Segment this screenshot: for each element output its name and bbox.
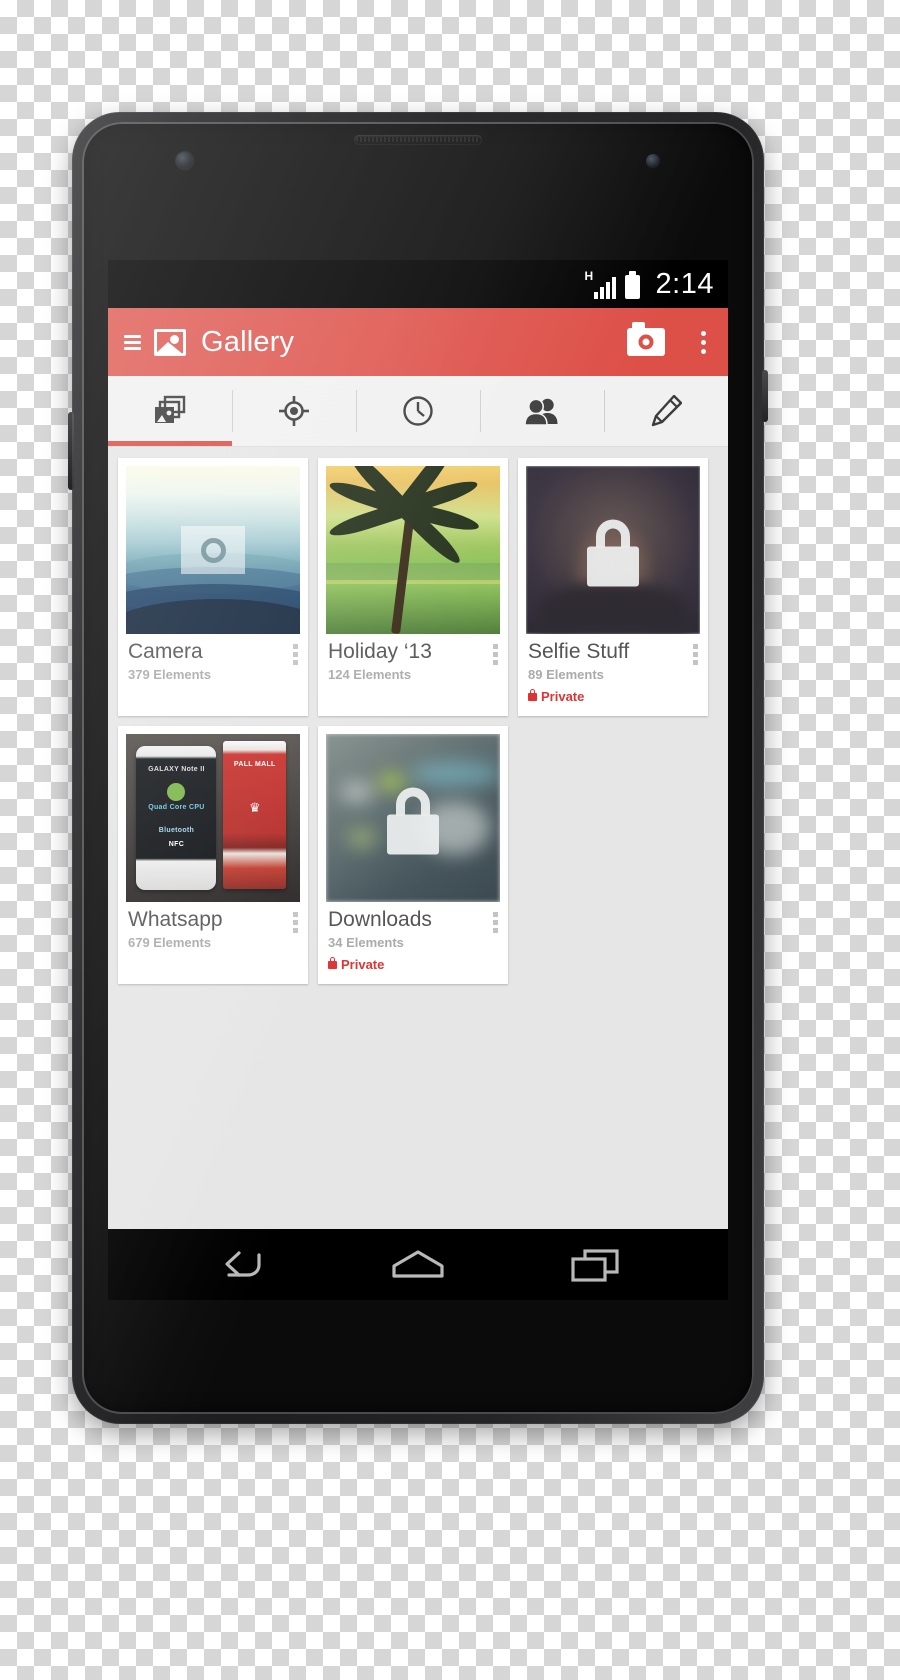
photo-stack-icon: [155, 395, 186, 423]
thumb-phone-model: GALAXY Note II: [148, 766, 205, 774]
tab-bar: [108, 376, 728, 447]
pencil-tag-icon: [651, 395, 682, 427]
album-title: Selfie Stuff: [528, 640, 630, 663]
phone-device-frame: H 2:14 Gallery Camera 379 Elements Holid…: [68, 112, 768, 1424]
status-badge: Private: [528, 688, 698, 705]
blurred-shoulders: [538, 582, 688, 634]
page-title: Gallery: [201, 325, 295, 358]
earpiece-mesh: [356, 137, 480, 142]
status-bar: H 2:14: [108, 260, 728, 308]
album-count: 34 Elements: [328, 935, 404, 951]
phone-and-cigarettes-photo: GALAXY Note II Quad Core CPU Bluetooth N…: [126, 734, 300, 903]
phone-screen: H 2:14 Gallery Camera 379 Elements Holid…: [108, 260, 728, 1300]
people-icon: [524, 398, 558, 426]
clock-icon: [403, 396, 433, 426]
thumb-phone-bt: Bluetooth: [158, 826, 195, 834]
tab-people[interactable]: [480, 376, 604, 446]
lock-icon: [328, 956, 337, 969]
album-count: 679 Elements: [128, 935, 212, 951]
album-card[interactable]: Selfie Stuff 89 Elements Private: [518, 458, 708, 717]
action-bar: Gallery: [108, 308, 728, 376]
thumb-phone-cpu: Quad Core CPU: [148, 803, 205, 811]
card-overflow-icon[interactable]: [293, 912, 298, 934]
lock-icon: [528, 688, 537, 701]
card-overflow-icon[interactable]: [493, 912, 498, 934]
signal-bars-icon: H: [585, 270, 616, 299]
album-count: 124 Elements: [328, 667, 412, 683]
tab-albums[interactable]: [108, 376, 232, 446]
location-target-icon: [279, 396, 309, 426]
status-clock: 2:14: [655, 267, 714, 300]
volume-button[interactable]: [68, 412, 74, 490]
album-title: Holiday ‘13: [328, 640, 432, 663]
album-count: 379 Elements: [128, 667, 212, 683]
lock-overlay-icon: [587, 519, 639, 587]
thumb-phone-nfc: NFC: [168, 841, 185, 849]
card-overflow-icon[interactable]: [493, 644, 498, 665]
overflow-menu-icon[interactable]: [701, 330, 706, 354]
lock-overlay-icon: [387, 787, 439, 855]
camera-overlay-icon: [181, 526, 245, 574]
album-thumbnail: [326, 734, 500, 903]
album-thumbnail: GALAXY Note II Quad Core CPU Bluetooth N…: [126, 734, 300, 903]
battery-icon: [624, 270, 640, 299]
gallery-image-icon: [154, 328, 186, 356]
proximity-sensor: [646, 154, 660, 168]
thumb-cig-brand: PALL MALL: [233, 761, 276, 769]
home-icon[interactable]: [388, 1245, 448, 1285]
album-count: 89 Elements: [528, 667, 604, 683]
album-title: Whatsapp: [128, 908, 223, 932]
album-thumbnail: [326, 466, 500, 634]
album-card[interactable]: Downloads 34 Elements Private: [318, 726, 508, 985]
album-grid: Camera 379 Elements Holiday ‘13 124 Elem…: [108, 447, 728, 1229]
album-thumbnail: [126, 466, 300, 634]
recents-icon[interactable]: [565, 1245, 623, 1285]
album-title: Camera: [128, 640, 203, 663]
private-label: Private: [541, 689, 585, 705]
status-icons: H 2:14: [585, 267, 714, 300]
power-button[interactable]: [762, 370, 768, 422]
album-card[interactable]: GALAXY Note II Quad Core CPU Bluetooth N…: [118, 726, 308, 985]
tab-active-indicator: [108, 441, 232, 446]
album-title: Downloads: [328, 908, 432, 932]
navigation-bar: [108, 1229, 728, 1300]
tab-tags[interactable]: [604, 376, 728, 446]
palm-tree-beach-photo: [326, 466, 500, 634]
tab-times[interactable]: [356, 376, 480, 446]
album-card[interactable]: Holiday ‘13 124 Elements: [318, 458, 508, 717]
album-card[interactable]: Camera 379 Elements: [118, 458, 308, 717]
album-thumbnail: [526, 466, 700, 634]
front-camera: [176, 152, 193, 169]
tab-locations[interactable]: [232, 376, 356, 446]
card-overflow-icon[interactable]: [693, 644, 698, 665]
back-arrow-icon[interactable]: [213, 1245, 271, 1285]
earpiece-speaker: [354, 135, 482, 144]
network-type-label: H: [584, 268, 594, 283]
card-overflow-icon[interactable]: [293, 644, 298, 665]
status-badge: Private: [328, 956, 498, 973]
camera-icon[interactable]: [627, 322, 665, 356]
private-label: Private: [341, 957, 385, 973]
hamburger-menu-icon[interactable]: [124, 334, 141, 350]
